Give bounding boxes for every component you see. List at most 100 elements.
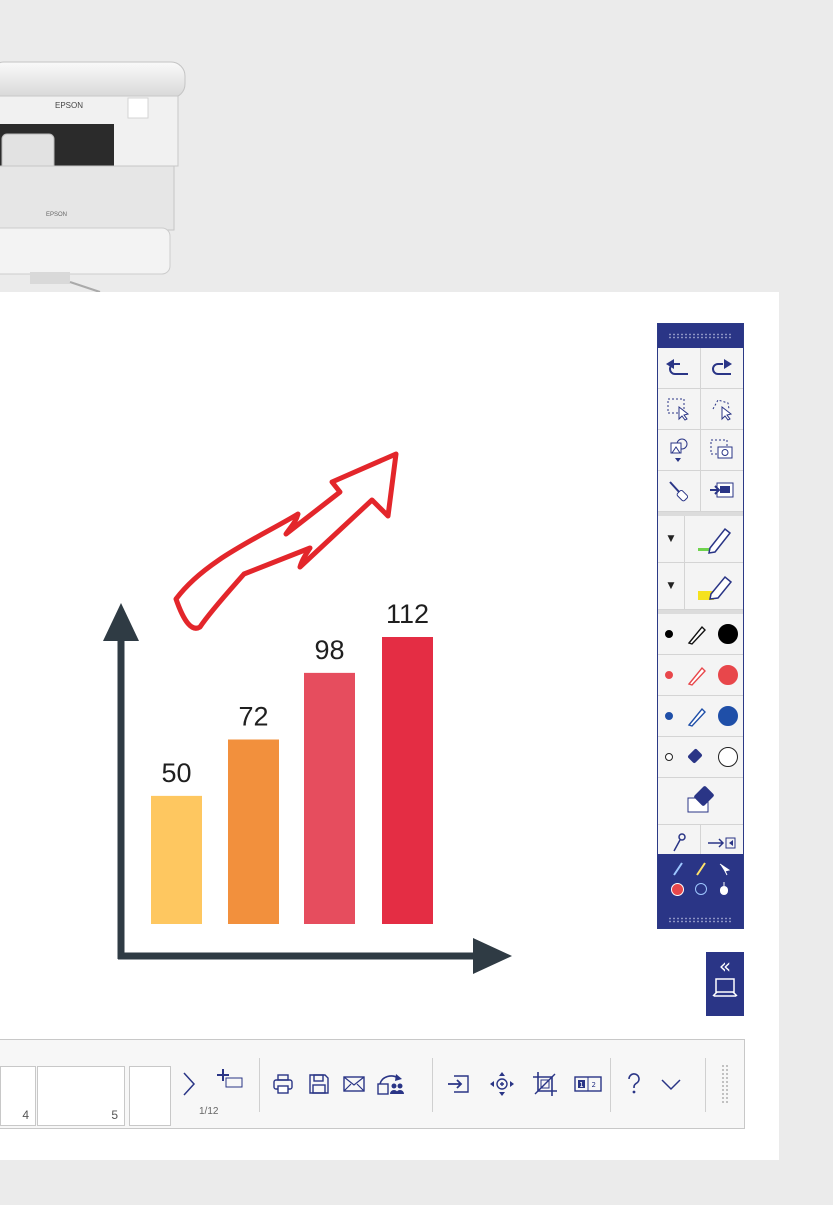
blue-pen-button[interactable] [680, 696, 713, 736]
shapes-button[interactable] [658, 430, 701, 470]
undo-icon [666, 359, 688, 375]
share-icon [377, 1074, 404, 1095]
insert-image-icon [710, 482, 734, 498]
projector-brand-top: EPSON [55, 101, 83, 110]
black-pen-button[interactable] [680, 614, 713, 654]
shapes-icon [670, 438, 688, 462]
split-view-button[interactable]: 12 [570, 1040, 606, 1128]
chevron-right-icon [183, 1072, 196, 1096]
pen-dropdown[interactable]: ▼ [658, 516, 685, 562]
redo-button[interactable] [701, 348, 743, 388]
red-pen-button[interactable] [680, 655, 713, 695]
screenshot-button[interactable] [701, 430, 743, 470]
help-icon [628, 1073, 640, 1094]
chevron-down-icon: ▼ [667, 581, 675, 591]
print-button[interactable] [266, 1040, 300, 1128]
toolbar-grip-bottom[interactable] [658, 908, 743, 928]
x-axis-arrowhead [473, 938, 512, 974]
large-dot-icon [718, 747, 738, 767]
screen-icon [712, 978, 738, 997]
large-dot-icon [718, 665, 738, 685]
thick-blue-button[interactable] [713, 696, 743, 736]
double-chevron-left-icon: « [718, 954, 732, 978]
email-icon [343, 1076, 365, 1092]
pen-color-row-white [658, 737, 743, 778]
exit-icon [708, 837, 736, 849]
bottom-page-bar: 4 5 1/12 12 [0, 1039, 745, 1129]
thin-white-button[interactable] [658, 737, 680, 777]
select-icon [667, 398, 690, 421]
grip-icon [721, 1064, 729, 1104]
pen-icon [698, 527, 732, 554]
select-button[interactable] [658, 389, 701, 429]
page-thumbnail[interactable]: 4 [0, 1066, 36, 1126]
highlighter-dropdown[interactable]: ▼ [658, 563, 685, 609]
page-number: 5 [111, 1108, 118, 1122]
small-dot-icon [665, 753, 673, 761]
thin-blue-button[interactable] [658, 696, 680, 736]
mode-panel [658, 854, 743, 928]
save-icon [309, 1074, 329, 1094]
lasso-select-icon [712, 399, 733, 421]
small-dot-icon [665, 671, 673, 679]
bar-value-label: 112 [386, 599, 429, 629]
pen-color-row-black [658, 614, 743, 655]
bottom-bar-grip[interactable] [712, 1040, 738, 1128]
highlighter-button[interactable] [685, 563, 743, 609]
highlighter-icon [698, 575, 733, 600]
undo-button[interactable] [658, 348, 701, 388]
thin-red-button[interactable] [658, 655, 680, 695]
lasso-select-button[interactable] [701, 389, 743, 429]
blue-pen-mode[interactable] [692, 880, 710, 898]
large-dot-icon [718, 624, 738, 644]
pen-button[interactable] [685, 516, 743, 562]
toolbar-grip-top[interactable] [658, 324, 743, 348]
split-view-icon: 12 [574, 1076, 602, 1092]
page-thumbnail[interactable]: 5 [37, 1066, 125, 1126]
red-pen-mode[interactable] [669, 880, 687, 898]
crop-button[interactable] [527, 1040, 563, 1128]
bar-value-label: 98 [314, 635, 344, 665]
thick-black-button[interactable] [713, 614, 743, 654]
bar-value-label: 50 [161, 758, 191, 788]
zoom-icon [490, 1072, 514, 1096]
crop-icon [533, 1072, 557, 1096]
thin-black-button[interactable] [658, 614, 680, 654]
pen-mode-blue[interactable] [669, 860, 687, 878]
page-thumbnail[interactable] [129, 1066, 171, 1126]
share-button[interactable] [372, 1040, 410, 1128]
eraser-icon [687, 786, 714, 813]
bar [151, 795, 202, 924]
add-page-button[interactable] [216, 1040, 246, 1128]
mouse-icon-button[interactable] [715, 880, 733, 898]
page-number: 4 [22, 1108, 29, 1122]
import-icon [448, 1075, 469, 1093]
next-page-button[interactable] [178, 1040, 200, 1128]
collapse-toolbar-tab[interactable]: « [706, 952, 744, 1016]
trend-arrow-drawing [173, 451, 399, 631]
stamp-icon [673, 833, 686, 852]
chevron-down-icon [661, 1079, 681, 1091]
import-button[interactable] [441, 1040, 475, 1128]
mouse-mode-button[interactable] [715, 860, 733, 878]
marker-button[interactable] [658, 471, 701, 511]
collapse-bar-button[interactable] [652, 1040, 690, 1128]
zoom-button[interactable] [484, 1040, 520, 1128]
help-button[interactable] [618, 1040, 650, 1128]
pen-mode-yellow[interactable] [692, 860, 710, 878]
save-button[interactable] [302, 1040, 336, 1128]
white-pen-button[interactable] [680, 737, 713, 777]
large-dot-icon [718, 706, 738, 726]
bar [382, 637, 433, 924]
bar [228, 739, 279, 924]
thick-white-button[interactable] [713, 737, 743, 777]
svg-text:1: 1 [579, 1081, 583, 1089]
email-button[interactable] [337, 1040, 371, 1128]
projector-brand-front: EPSON [46, 212, 67, 218]
drawing-toolbar: ▼ ▼ [657, 323, 744, 929]
thick-red-button[interactable] [713, 655, 743, 695]
mouse-icon [719, 882, 728, 895]
blue-circle-icon [694, 883, 707, 895]
insert-image-button[interactable] [701, 471, 743, 511]
clear-eraser-button[interactable] [658, 778, 743, 824]
